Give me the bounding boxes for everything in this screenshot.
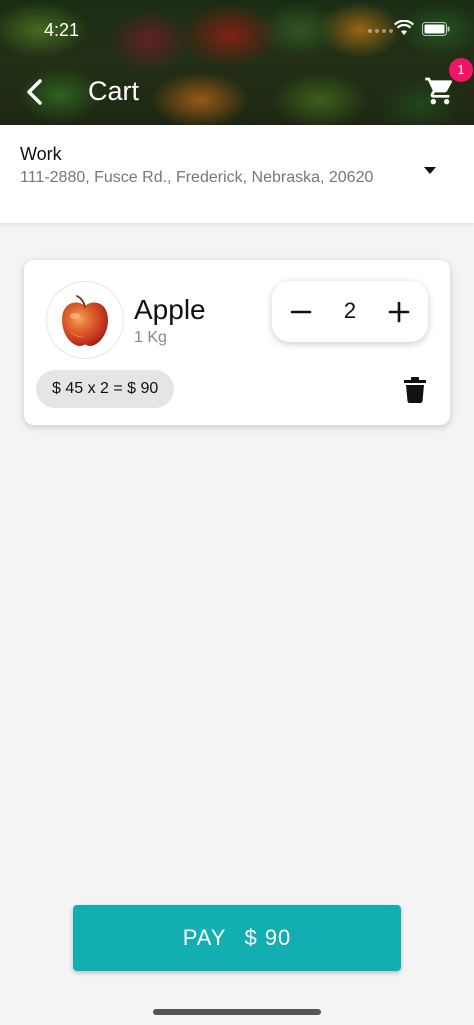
- dropdown-caret-icon[interactable]: [424, 167, 436, 174]
- page-title: Cart: [88, 76, 140, 106]
- product-image: [46, 281, 124, 359]
- status-time: 4:21: [44, 20, 80, 40]
- delete-button[interactable]: [404, 377, 426, 403]
- back-button[interactable]: [20, 76, 52, 108]
- pay-button[interactable]: PAY $ 90: [73, 905, 401, 971]
- cart-count-badge: 1: [449, 58, 473, 82]
- battery-icon: [422, 22, 450, 36]
- quantity-value: 2: [343, 298, 357, 323]
- app-header: 4:21 Cart: [0, 0, 474, 125]
- plus-icon: [388, 301, 410, 323]
- product-name: Apple: [134, 294, 206, 325]
- decrement-button[interactable]: [286, 297, 316, 327]
- apple-icon: [62, 295, 108, 346]
- signal-icon: [368, 29, 393, 33]
- pay-label: PAY: [182, 925, 227, 950]
- trash-icon: [404, 377, 426, 403]
- quantity-stepper: 2: [272, 281, 428, 342]
- cart-button[interactable]: [424, 75, 456, 107]
- shopping-cart-icon: [425, 77, 453, 105]
- address-label: Work: [20, 144, 62, 164]
- cart-item-card: Apple 1 Kg 2 $ 45 x 2 = $ 90: [24, 260, 450, 425]
- price-chip: $ 45 x 2 = $ 90: [36, 370, 175, 408]
- address-selector[interactable]: Work 111-2880, Fusce Rd., Frederick, Neb…: [0, 125, 474, 223]
- increment-button[interactable]: [384, 297, 414, 327]
- product-weight: 1 Kg: [134, 329, 167, 346]
- chevron-left-icon: [27, 79, 42, 105]
- wifi-icon: [394, 20, 414, 35]
- address-line: 111-2880, Fusce Rd., Frederick, Nebraska…: [20, 169, 374, 186]
- pay-amount: $ 90: [244, 925, 292, 950]
- home-indicator: [153, 1009, 321, 1015]
